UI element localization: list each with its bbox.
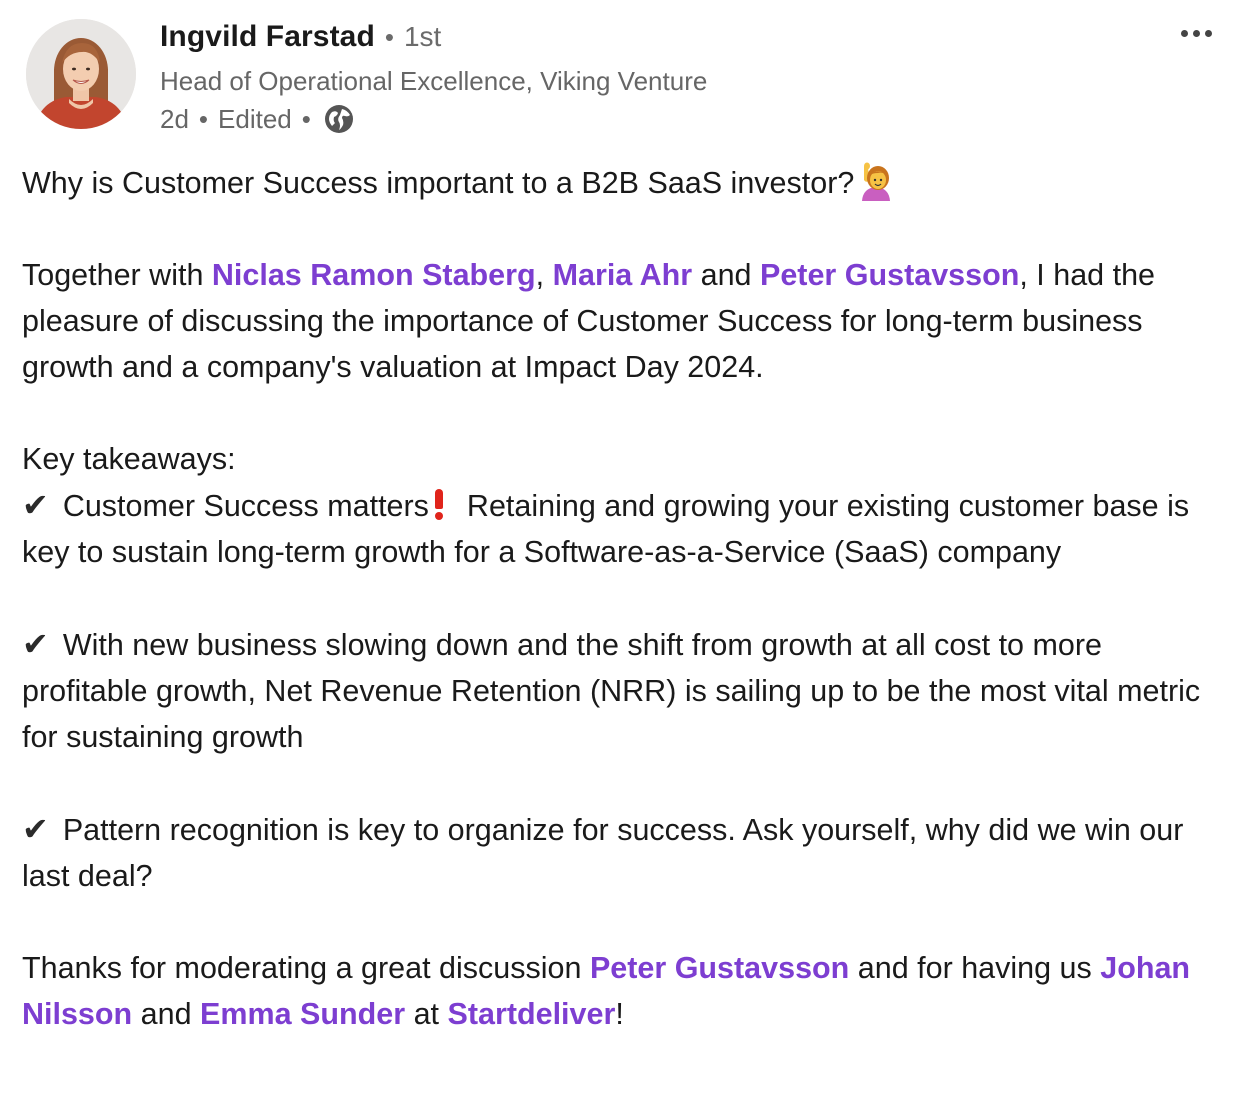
post-intro: Together with Niclas Ramon Staberg, Mari… [22, 252, 1222, 390]
feed-post: Ingvild Farstad • 1st Head of Operationa… [0, 0, 1246, 1104]
separator-dot: • [198, 103, 209, 134]
person-raising-hand-icon [856, 161, 896, 201]
takeaways-heading: Key takeaways: [22, 442, 236, 476]
check-mark-icon: ✔ [22, 810, 49, 848]
mention-niclas-ramon-staberg[interactable]: Niclas Ramon Staberg [212, 258, 536, 292]
edited-label: Edited [218, 103, 292, 134]
mention-maria-ahr[interactable]: Maria Ahr [553, 258, 693, 292]
author-name[interactable]: Ingvild Farstad [160, 20, 375, 54]
red-exclamation-icon [433, 489, 445, 520]
author-headline: Head of Operational Excellence, Viking V… [160, 66, 708, 96]
post-meta: 2d • Edited • [160, 100, 707, 138]
question-text: Why is Customer Success important to a B… [22, 166, 855, 200]
mention-peter-gustavsson[interactable]: Peter Gustavsson [760, 258, 1019, 292]
post-thanks: Thanks for moderating a great discussion… [22, 945, 1222, 1037]
thanks-text: Thanks for moderating a great discussion [22, 951, 590, 985]
mention-emma-sunder[interactable]: Emma Sunder [200, 997, 405, 1031]
more-dot [1180, 29, 1188, 37]
mention-startdeliver[interactable]: Startdeliver [448, 997, 616, 1031]
intro-text: , [535, 258, 553, 292]
connection-degree: 1st [403, 21, 442, 52]
thanks-text: at [405, 997, 448, 1031]
thanks-text: and for having us [849, 951, 1101, 985]
globe-icon [323, 103, 355, 135]
post-question: Why is Customer Success important to a B… [22, 160, 1222, 206]
more-options-icon[interactable] [1172, 16, 1220, 50]
mention-peter-gustavsson[interactable]: Peter Gustavsson [590, 951, 849, 985]
profile-photo-icon [26, 19, 136, 129]
takeaway-3-text: Pattern recognition is key to organize f… [22, 813, 1184, 893]
separator-dot: • [301, 103, 311, 134]
thanks-text: ! [615, 997, 624, 1031]
more-dot [1204, 29, 1212, 37]
author-info: Ingvild Farstad • 1st Head of Operationa… [160, 20, 707, 138]
takeaway-3: ✔ Pattern recognition is key to organize … [22, 806, 1222, 899]
author-avatar[interactable] [26, 19, 136, 129]
more-dot [1192, 29, 1200, 37]
thanks-text: and [132, 997, 201, 1031]
takeaway-1-title: Customer Success matters [62, 489, 429, 523]
intro-text: Together with [22, 258, 212, 292]
takeaway-1: ✔ Customer Success matters Retaining and g… [22, 482, 1222, 575]
check-mark-icon: ✔ [22, 486, 49, 524]
author-line: Ingvild Farstad • 1st [160, 20, 707, 62]
post-time[interactable]: 2d [160, 104, 189, 135]
takeaway-2: ✔ With new business slowing down and the … [22, 621, 1222, 760]
post-text: Why is Customer Success important to a B… [22, 160, 1222, 1037]
check-mark-icon: ✔ [22, 625, 49, 663]
separator-dot: • [384, 22, 394, 52]
intro-text: and [692, 258, 760, 292]
takeaway-2-text: With new business slowing down and the s… [22, 628, 1201, 754]
